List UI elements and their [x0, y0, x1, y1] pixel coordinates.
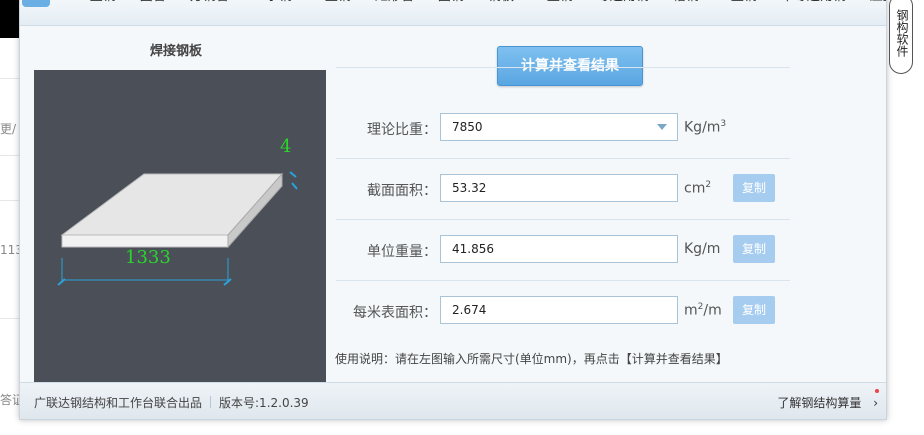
side-widget[interactable]: 钢构软件 — [889, 0, 913, 74]
tab-2[interactable]: 方钢管 — [178, 0, 241, 5]
shape-title: 焊接钢板 — [150, 44, 203, 59]
area-label: 截面面积： — [367, 183, 437, 199]
thickness-value[interactable]: 4 — [280, 136, 291, 157]
footer-info: 广联达钢结构和工作台联合出品 版本号:1.2.0.39 — [34, 394, 309, 411]
steel-calculator-dialog: H型钢圆管方钢管工字钢C型钢矩形管圆钢钢板Z型钢等边角钢槽钢T型钢不等边角钢压型… — [19, 0, 887, 420]
copy-area-button[interactable]: 复制 — [733, 174, 775, 202]
background-text: 更/ — [0, 122, 17, 136]
footer-divider — [210, 396, 212, 408]
surface-label: 每米表面积： — [353, 305, 437, 321]
tab-9[interactable]: 等边角钢 — [585, 0, 661, 5]
thickness-dimension-arrow — [291, 182, 298, 190]
weight-unit: Kg/m — [684, 241, 721, 257]
tab-6[interactable]: 圆钢 — [426, 0, 476, 5]
tab-11[interactable]: T型钢 — [711, 0, 769, 5]
area-field[interactable]: 53.32 — [440, 174, 678, 202]
background-divider — [0, 78, 20, 79]
steel-plate-drawing — [57, 171, 298, 286]
thickness-dimension-arrow — [289, 171, 297, 178]
shape-tab-bar: H型钢圆管方钢管工字钢C型钢矩形管圆钢钢板Z型钢等边角钢槽钢T型钢不等边角钢压型… — [20, 0, 886, 26]
area-unit: cm2 — [684, 180, 712, 197]
tab-active-indicator[interactable] — [22, 0, 50, 7]
tab-13[interactable]: 压型钢板 — [858, 0, 886, 5]
credit-text: 广联达钢结构和工作台联合出品 — [34, 396, 203, 410]
surface-unit: m2/m — [684, 302, 722, 319]
usage-instructions: 使用说明：请在左图输入所需尺寸(单位mm)，再点击【计算并查看结果】 — [335, 352, 728, 366]
row-separator — [336, 280, 790, 281]
tab-4[interactable]: C型钢 — [304, 0, 363, 5]
row-separator — [336, 219, 790, 220]
version-text: 版本号:1.2.0.39 — [219, 396, 309, 410]
tab-12[interactable]: 不等边角钢 — [769, 0, 858, 5]
weight-label: 单位重量： — [367, 244, 437, 260]
shape-tabs: H型钢圆管方钢管工字钢C型钢矩形管圆钢钢板Z型钢等边角钢槽钢T型钢不等边角钢压型… — [68, 0, 886, 5]
row-separator — [336, 158, 790, 159]
tab-5[interactable]: 矩形管 — [363, 0, 426, 5]
row-separator — [336, 67, 790, 68]
tab-1[interactable]: 圆管 — [128, 0, 178, 5]
learn-more-link[interactable]: 了解钢结构算量 › — [777, 394, 878, 411]
calculate-button[interactable]: 计算并查看结果 — [497, 46, 643, 86]
background-divider — [0, 318, 20, 319]
tab-0[interactable]: H型钢 — [68, 0, 128, 5]
notification-dot — [875, 389, 879, 393]
plate-top-face — [60, 173, 284, 236]
copy-surface-button[interactable]: 复制 — [733, 296, 775, 324]
density-label: 理论比重： — [367, 122, 437, 138]
background-divider — [0, 200, 20, 201]
density-select[interactable]: 7850 — [440, 113, 678, 141]
tab-3[interactable]: 工字钢 — [241, 0, 304, 5]
density-unit: Kg/m3 — [684, 119, 727, 136]
tab-7[interactable]: 钢板 — [476, 0, 526, 5]
background-dark-strip — [0, 0, 20, 38]
weight-field[interactable]: 41.856 — [440, 235, 678, 263]
plate-front-face — [61, 234, 229, 248]
copy-weight-button[interactable]: 复制 — [733, 235, 775, 263]
chevron-down-icon[interactable] — [657, 124, 667, 130]
chevron-right-icon: › — [873, 396, 878, 410]
tab-8[interactable]: Z型钢 — [526, 0, 585, 5]
shape-drawing-canvas: 4 1333 — [34, 70, 326, 382]
surface-field[interactable]: 2.674 — [440, 296, 678, 324]
density-value: 7850 — [452, 120, 483, 134]
tab-10[interactable]: 槽钢 — [661, 0, 711, 5]
width-value[interactable]: 1333 — [125, 247, 171, 268]
background-divider — [0, 155, 20, 156]
dialog-footer: 广联达钢结构和工作台联合出品 版本号:1.2.0.39 了解钢结构算量 › — [20, 382, 886, 419]
